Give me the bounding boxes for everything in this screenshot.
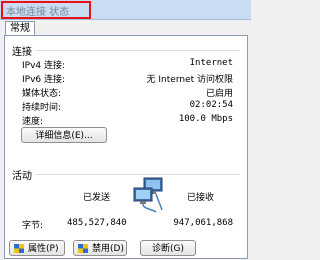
media-state-value: 已启用 [205,89,233,99]
received-label: 已接收 [187,193,215,203]
details-button-label: 详细信息(E)... [35,131,93,141]
connection-heading: 连接 [12,47,32,58]
ipv6-label: IPv6 连接: [22,75,66,85]
diagnose-button[interactable]: 诊断(G) [140,240,196,256]
bytes-label: 字节: [22,221,44,231]
ipv6-value: 无 Internet 访问权限 [146,75,233,85]
tab-bar: 常规 [0,20,251,36]
media-state-label: 媒体状态: [22,89,62,99]
shield-icon [78,244,88,253]
duration-label: 持续时间: [22,103,62,113]
disable-button[interactable]: 禁用(D) [73,240,127,256]
ipv4-label: IPv4 连接: [22,61,66,71]
network-computers-icon [133,177,163,213]
sent-label: 已发送 [83,193,111,203]
duration-value: 02:02:54 [189,100,233,110]
bytes-received-value: 947,061,868 [173,218,233,228]
bytes-sent-value: 485,527,840 [67,218,127,228]
diagnose-button-label: 诊断(G) [152,244,184,254]
highlight-box [1,1,91,19]
tab-panel-general: 连接 IPv4 连接: Internet IPv6 连接: 无 Internet… [4,35,248,259]
tab-general[interactable]: 常规 [5,21,35,36]
activity-heading: 活动 [12,171,32,182]
details-button[interactable]: 详细信息(E)... [21,127,107,143]
activity-divider [35,174,240,175]
connection-divider [35,50,240,51]
ipv4-value: Internet [189,58,233,68]
disable-button-label: 禁用(D) [92,244,124,254]
speed-value: 100.0 Mbps [178,114,233,124]
speed-label: 速度: [22,117,44,127]
properties-button[interactable]: 属性(P) [9,240,65,256]
properties-button-label: 属性(P) [28,244,59,254]
shield-icon [14,244,24,253]
